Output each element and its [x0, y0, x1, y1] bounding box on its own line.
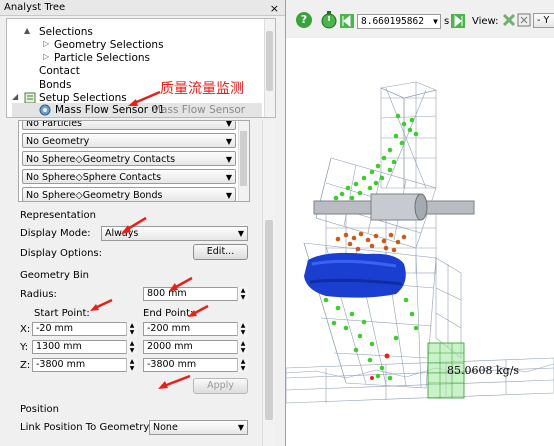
tree-scrollbar-thumb[interactable] — [266, 31, 273, 91]
annotation-arrow-icon — [121, 216, 147, 234]
position-heading: Position — [20, 404, 59, 415]
simulation-viewport[interactable] — [286, 38, 554, 446]
tree-item-selections[interactable]: Selections — [39, 26, 93, 39]
start-y-input[interactable]: 1300 mm ▲ ▼ — [32, 340, 137, 354]
annotation-arrow-icon — [169, 276, 193, 291]
start-x-value: -20 mm — [36, 323, 74, 334]
filter-value: No Sphere◇Sphere Contacts — [26, 172, 162, 183]
collapse-icon[interactable]: ◢ — [12, 92, 18, 101]
annotation-arrow-icon — [128, 90, 161, 106]
reset-view-icon[interactable] — [502, 13, 516, 27]
end-y-input[interactable]: 2000 mm ▲ ▼ — [143, 340, 248, 354]
annotation-arrow-icon — [90, 298, 113, 311]
filter-value: No Sphere◇Geometry Bonds — [26, 190, 163, 201]
wireframe-geometry — [286, 81, 554, 404]
particles-blue — [304, 252, 406, 298]
tree-item-sublabel: Mass Flow Sensor — [152, 104, 246, 116]
end-y-value: 2000 mm — [147, 341, 193, 352]
view-label: View: — [472, 16, 499, 27]
start-x-input[interactable]: -20 mm ▲ ▼ — [32, 322, 137, 336]
time-unit: s — [444, 16, 450, 27]
filter-value: No Geometry — [26, 136, 90, 147]
dropdown-arrow-icon: ▼ — [433, 17, 438, 26]
spin-icon[interactable]: ▲ ▼ — [237, 322, 248, 336]
next-step-icon[interactable] — [451, 14, 465, 28]
contact-filter-list: No Particles ▼ No Geometry ▼ No Sphere◇Geo… — [18, 120, 250, 202]
spin-icon[interactable]: ▲ ▼ — [126, 322, 137, 336]
annotation-text: 质量流量监测 — [160, 81, 244, 97]
start-y-value: 1300 mm — [36, 341, 82, 352]
dropdown-arrow-icon: ▼ — [225, 173, 232, 182]
spin-icon[interactable]: ▲ ▼ — [237, 358, 248, 372]
dropdown-arrow-icon: ▼ — [225, 191, 232, 200]
filter-sphere-sphere-contacts-dropdown[interactable]: No Sphere◇Sphere Contacts ▼ — [22, 169, 236, 184]
start-z-input[interactable]: -3800 mm ▲ ▼ — [32, 358, 137, 372]
annotation-arrow-icon — [158, 374, 191, 389]
tree-item-bonds[interactable]: Bonds — [39, 79, 71, 92]
apply-button[interactable]: Apply — [193, 378, 248, 394]
view-direction-value: - Y — [537, 15, 550, 26]
fit-view-icon[interactable] — [517, 13, 531, 27]
display-mode-label: Display Mode: — [20, 228, 91, 239]
edit-button[interactable]: Edit... — [193, 244, 248, 260]
time-selector[interactable]: 8.660195862 ▼ — [357, 14, 441, 29]
link-position-value: None — [153, 422, 178, 433]
start-z-value: -3800 mm — [36, 359, 86, 370]
spin-icon[interactable]: ▲ ▼ — [237, 340, 248, 354]
properties-scrollbar[interactable] — [262, 120, 275, 446]
time-value: 8.660195862 — [361, 16, 424, 27]
dropdown-arrow-icon: ▼ — [225, 155, 232, 164]
x-label: X: — [20, 324, 31, 335]
panel-title: Analyst Tree — [4, 2, 66, 13]
sensor-icon — [39, 104, 51, 116]
expand-icon[interactable]: ▷ — [43, 39, 49, 48]
expand-icon[interactable]: ▷ — [43, 52, 49, 61]
filter-sphere-geometry-bonds-dropdown[interactable]: No Sphere◇Geometry Bonds ▼ — [22, 187, 236, 201]
list-scrollbar[interactable] — [238, 121, 249, 201]
dropdown-arrow-icon: ▼ — [225, 120, 232, 128]
timer-icon[interactable] — [320, 11, 338, 29]
filter-value: No Sphere◇Geometry Contacts — [26, 154, 176, 165]
geometry-bin-heading: Geometry Bin — [20, 270, 90, 281]
tree-item-geometry-selections[interactable]: Geometry Selections — [54, 39, 164, 52]
link-position-label: Link Position To Geometry: — [20, 422, 152, 433]
close-icon[interactable]: × — [270, 1, 279, 17]
collapse-icon[interactable]: ▲ — [24, 26, 30, 35]
start-point-heading: Start Point: — [34, 308, 90, 319]
filter-value: No Particles — [26, 120, 82, 129]
tree-item-particle-selections[interactable]: Particle Selections — [54, 52, 150, 65]
radius-label: Radius: — [20, 289, 57, 300]
filter-geometry-dropdown[interactable]: No Geometry ▼ — [22, 133, 236, 148]
representation-heading: Representation — [20, 210, 96, 221]
z-label: Z: — [20, 360, 31, 371]
dropdown-arrow-icon: ▼ — [237, 229, 244, 238]
mass-flow-readout: 85.0608 kg/s — [447, 364, 520, 377]
filter-particles-dropdown[interactable]: No Particles ▼ — [22, 120, 236, 130]
end-x-value: -200 mm — [147, 323, 191, 334]
spin-icon[interactable]: ▲ ▼ — [237, 287, 248, 301]
display-options-label: Display Options: — [20, 248, 102, 259]
end-z-value: -3800 mm — [147, 359, 197, 370]
link-position-dropdown[interactable]: None ▼ — [149, 420, 248, 435]
spin-icon[interactable]: ▲ ▼ — [126, 358, 137, 372]
y-label: Y: — [20, 342, 29, 353]
dropdown-arrow-icon: ▼ — [225, 137, 232, 146]
list-scrollbar-thumb[interactable] — [240, 131, 247, 186]
tree-item-contact[interactable]: Contact — [39, 65, 80, 78]
end-z-input[interactable]: -3800 mm ▲ ▼ — [143, 358, 248, 372]
properties-scrollbar-thumb[interactable] — [265, 220, 273, 420]
annotation-arrow-icon — [188, 304, 209, 317]
filter-sphere-geometry-contacts-dropdown[interactable]: No Sphere◇Geometry Contacts ▼ — [22, 151, 236, 166]
view-direction-dropdown[interactable]: - Y — [533, 13, 554, 28]
end-x-input[interactable]: -200 mm ▲ ▼ — [143, 322, 248, 336]
dropdown-arrow-icon: ▼ — [237, 423, 244, 432]
help-icon[interactable]: ? — [296, 12, 312, 28]
radius-input[interactable]: 800 mm ▲ ▼ — [143, 287, 248, 301]
previous-step-icon[interactable] — [340, 14, 354, 28]
spin-icon[interactable]: ▲ ▼ — [126, 340, 137, 354]
panel-title-bar: Analyst Tree × — [0, 0, 285, 16]
tree-scrollbar[interactable] — [264, 19, 275, 117]
